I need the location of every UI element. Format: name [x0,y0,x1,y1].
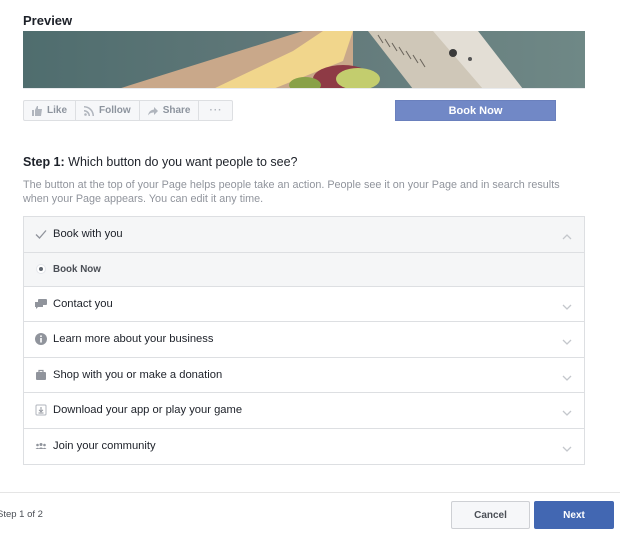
book-now-preview-button: Book Now [395,100,556,121]
chevron-down-icon[interactable] [562,299,572,310]
step-title-prefix: Step 1: [23,155,65,169]
cancel-button[interactable]: Cancel [451,501,530,529]
chevron-up-icon[interactable] [562,229,572,240]
preview-title: Preview [23,13,73,28]
follow-label: Follow [99,105,131,116]
option-label: Shop with you or make a donation [53,368,223,381]
chevron-down-icon[interactable] [562,441,572,453]
share-label: Share [162,105,191,116]
option-learn-more[interactable]: Learn more about your business [24,322,584,358]
chevron-down-icon[interactable] [562,334,572,346]
people-icon [34,440,47,453]
sub-option-label: Book Now [53,263,101,275]
chat-bubbles-icon [34,297,47,310]
option-shop[interactable]: Shop with you or make a donation [24,357,584,393]
option-label: Contact you [53,297,113,310]
follow-button[interactable]: Follow [76,101,140,120]
like-label: Like [47,105,68,116]
chevron-down-icon[interactable] [562,405,572,417]
step-description: The button at the top of your Page helps… [23,179,560,205]
more-button[interactable]: ··· [199,101,232,120]
share-arrow-icon [147,106,158,115]
shopping-bag-icon [34,368,47,381]
more-dots-icon: ··· [209,105,223,116]
rss-icon [84,105,95,116]
cover-photo [23,31,585,89]
step-indicator: Step 1 of 2 [0,509,43,520]
step-title-question: Which button do you want people to see? [68,155,298,169]
option-download-app[interactable]: Download your app or play your game [24,393,584,429]
next-button[interactable]: Next [534,501,614,529]
info-icon [34,333,47,346]
cta-options-list: Book with you Book Now Contact you Learn… [23,216,585,465]
option-book-with-you[interactable]: Book with you [24,217,584,253]
page-actions-bar: Like Follow Share ··· [23,100,234,121]
step-title: Step 1: Which button do you want people … [23,155,298,169]
option-label: Book with you [53,228,123,241]
thumbs-up-icon [32,105,42,116]
checkmark-icon [34,228,47,241]
option-label: Learn more about your business [53,333,214,346]
option-contact-you[interactable]: Contact you [24,286,584,322]
option-join-community[interactable]: Join your community [24,428,584,464]
option-label: Download your app or play your game [53,404,243,417]
like-button[interactable]: Like [24,101,77,120]
cover-photo-illustration [23,31,585,89]
chevron-down-icon[interactable] [562,370,572,381]
option-label: Join your community [53,440,156,453]
sub-option-book-now[interactable]: Book Now [24,252,584,287]
download-icon [34,404,47,417]
radio-selected[interactable] [36,264,46,274]
share-button[interactable]: Share [140,101,200,120]
footer-divider [0,492,620,493]
